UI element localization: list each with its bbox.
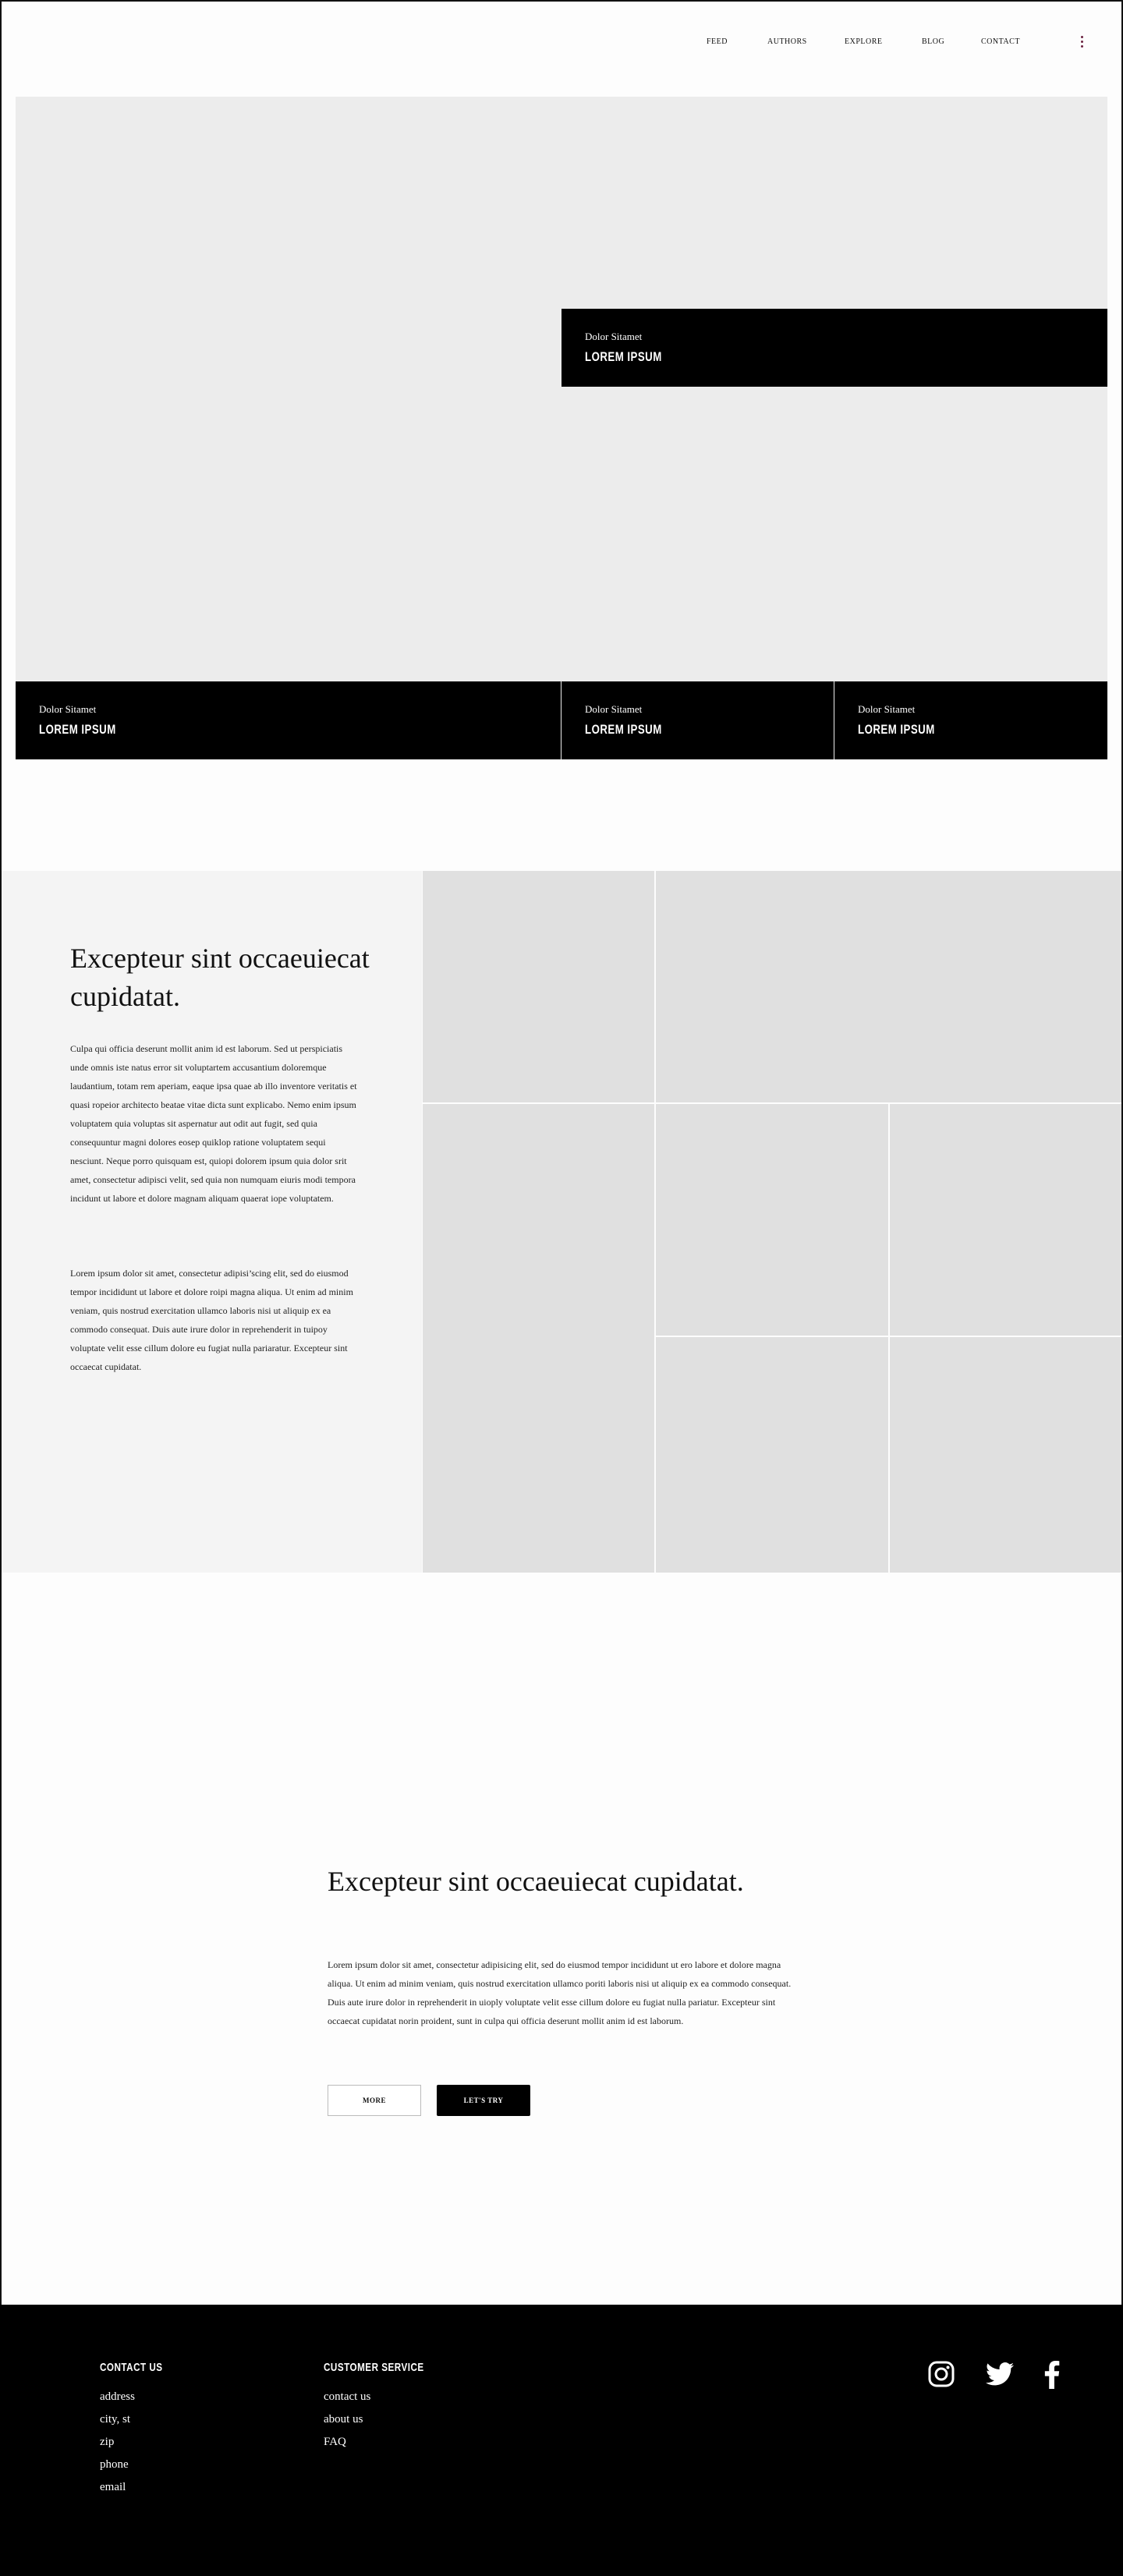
gallery-tile[interactable] bbox=[423, 871, 654, 1102]
nav-link-contact[interactable]: CONTACT bbox=[981, 37, 1020, 46]
hero-card-1[interactable]: Dolor Sitamet LOREM IPSUM bbox=[16, 681, 561, 759]
card-title: LOREM IPSUM bbox=[858, 722, 935, 737]
card-subtitle: Dolor Sitamet bbox=[585, 331, 643, 342]
contact-phone[interactable]: phone bbox=[100, 2454, 135, 2476]
link-contact-us[interactable]: contact us bbox=[324, 2386, 370, 2408]
intro-heading: Excepteur sint occaeuiecat cupidatat. bbox=[70, 943, 370, 1012]
link-about-us[interactable]: about us bbox=[324, 2408, 370, 2431]
card-title: LOREM IPSUM bbox=[585, 349, 662, 364]
hero-banner: Dolor Sitamet LOREM IPSUM Dolor Sitamet … bbox=[16, 97, 1107, 759]
nav-link-authors[interactable]: AUTHORS bbox=[767, 37, 807, 46]
cta-paragraph: Lorem ipsum dolor sit amet, consectetur … bbox=[328, 1959, 792, 2026]
intro-paragraph-1: Culpa qui officia deserunt mollit anim i… bbox=[70, 1043, 357, 1204]
customer-service-heading: CUSTOMER SERVICE bbox=[324, 2361, 424, 2374]
more-button[interactable]: MORE bbox=[328, 2085, 421, 2116]
gallery-tile[interactable] bbox=[890, 1337, 1121, 1573]
link-faq[interactable]: FAQ bbox=[324, 2431, 370, 2454]
hero-feature-card[interactable]: Dolor Sitamet LOREM IPSUM bbox=[562, 309, 1107, 387]
gallery-tile[interactable] bbox=[656, 1337, 888, 1573]
facebook-icon[interactable] bbox=[1043, 2361, 1061, 2389]
intro-text-panel: Excepteur sint occaeuiecat cupidatat. Cu… bbox=[2, 871, 422, 1573]
footer: CONTACT US address city, st zip phone em… bbox=[0, 2305, 1123, 2576]
cta-heading: Excepteur sint occaeuiecat cupidatat. bbox=[328, 1866, 744, 1897]
lets-try-button[interactable]: LET'S TRY bbox=[437, 2085, 530, 2116]
nav-link-explore[interactable]: EXPLORE bbox=[845, 37, 883, 46]
gallery-tile[interactable] bbox=[423, 1104, 654, 1573]
card-subtitle: Dolor Sitamet bbox=[39, 703, 97, 715]
contact-zip[interactable]: zip bbox=[100, 2431, 135, 2454]
more-menu-icon[interactable] bbox=[1079, 36, 1084, 50]
hero-card-2[interactable]: Dolor Sitamet LOREM IPSUM bbox=[562, 681, 834, 759]
contact-email[interactable]: email bbox=[100, 2476, 135, 2499]
nav-link-blog[interactable]: BLOG bbox=[922, 37, 944, 46]
contact-heading: CONTACT US bbox=[100, 2361, 163, 2374]
contact-list: address city, st zip phone email bbox=[100, 2386, 135, 2499]
top-nav: FEED AUTHORS EXPLORE BLOG CONTACT bbox=[0, 0, 1123, 87]
card-title: LOREM IPSUM bbox=[39, 722, 116, 737]
contact-city[interactable]: city, st bbox=[100, 2408, 135, 2431]
hero-card-3[interactable]: Dolor Sitamet LOREM IPSUM bbox=[834, 681, 1107, 759]
nav-link-feed[interactable]: FEED bbox=[707, 37, 728, 46]
twitter-icon[interactable] bbox=[986, 2362, 1014, 2386]
intro-paragraph-2: Lorem ipsum dolor sit amet, consectetur … bbox=[70, 1268, 353, 1372]
contact-address[interactable]: address bbox=[100, 2386, 135, 2408]
intro-section: Excepteur sint occaeuiecat cupidatat. Cu… bbox=[2, 871, 1121, 1573]
gallery-tile[interactable] bbox=[656, 871, 1121, 1102]
gallery-tile[interactable] bbox=[656, 1104, 888, 1336]
customer-service-list: contact us about us FAQ bbox=[324, 2386, 370, 2454]
card-subtitle: Dolor Sitamet bbox=[858, 703, 916, 715]
instagram-icon[interactable] bbox=[928, 2361, 955, 2387]
card-subtitle: Dolor Sitamet bbox=[585, 703, 643, 715]
gallery-tile[interactable] bbox=[890, 1104, 1121, 1336]
card-title: LOREM IPSUM bbox=[585, 722, 662, 737]
